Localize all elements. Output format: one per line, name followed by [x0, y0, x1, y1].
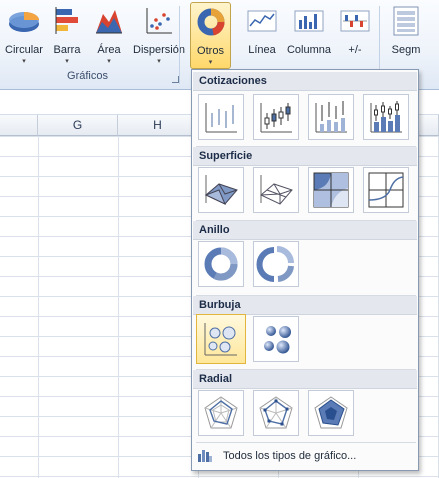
- charts-group-label: Gráficos: [67, 70, 108, 82]
- doughnut-chart-icon: [193, 6, 229, 38]
- surface-3d-icon: [204, 175, 238, 206]
- filled-radar-icon: [314, 396, 348, 429]
- chevron-down-icon: ▾: [208, 59, 213, 66]
- column-header-g[interactable]: G: [38, 115, 118, 136]
- area-chart-label: Área: [97, 44, 121, 56]
- chevron-down-icon: ▾: [65, 58, 69, 65]
- area-chart-icon: [91, 5, 127, 37]
- other-charts-gallery: Cotizaciones Superficie Anillo Burbuja R…: [191, 69, 419, 471]
- sparkline-winloss-label: +/-: [348, 44, 362, 56]
- bubble-3d-tile[interactable]: [253, 316, 299, 362]
- sparkline-line-icon: [244, 5, 280, 37]
- radar-tile[interactable]: [198, 390, 244, 436]
- bubble-tile[interactable]: [196, 314, 246, 364]
- section-header-stock: Cotizaciones: [193, 72, 417, 91]
- slicer-icon: [388, 5, 424, 37]
- all-chart-types-label: Todos los tipos de gráfico...: [223, 450, 357, 462]
- contour-tile[interactable]: [308, 167, 354, 213]
- slicer-label: Segm: [391, 44, 421, 56]
- chevron-down-icon: ▾: [107, 58, 111, 65]
- bubble-icon: [204, 323, 237, 356]
- radar-icon: [204, 396, 238, 429]
- sparkline-line-button[interactable]: Línea: [244, 2, 280, 68]
- stock-vohlc-tile[interactable]: [363, 94, 409, 140]
- slicer-button[interactable]: Segm: [386, 2, 426, 68]
- group-divider: [179, 6, 180, 84]
- radar-markers-tile[interactable]: [253, 390, 299, 436]
- sparkline-line-label: Línea: [248, 44, 276, 56]
- stock-hlc-icon: [205, 103, 237, 133]
- column-header[interactable]: [0, 115, 38, 136]
- stock-ohlc-tile[interactable]: [253, 94, 299, 140]
- contour-icon: [313, 172, 349, 208]
- section-divider: [196, 442, 416, 443]
- stock-vohlc-icon: [370, 101, 402, 133]
- scatter-chart-label: Dispersión: [133, 44, 185, 56]
- chevron-down-icon: ▾: [22, 58, 26, 65]
- bubble-3d-icon: [264, 326, 291, 354]
- surface-wireframe-3d-tile[interactable]: [253, 167, 299, 213]
- other-charts-label: Otros: [197, 45, 224, 57]
- all-chart-types-link[interactable]: Todos los tipos de gráfico...: [193, 444, 417, 468]
- bar-chart-icon: [49, 5, 85, 37]
- sparkline-column-button[interactable]: Columna: [284, 2, 334, 68]
- section-header-doughnut: Anillo: [193, 221, 417, 240]
- pie-chart-label: Circular: [5, 44, 43, 56]
- exploded-doughnut-icon: [256, 246, 294, 282]
- section-header-surface: Superficie: [193, 147, 417, 166]
- exploded-doughnut-tile[interactable]: [253, 241, 299, 287]
- pie-chart-button[interactable]: Circular ▾: [2, 2, 46, 68]
- contour-wireframe-icon: [368, 172, 404, 208]
- sparkline-column-label: Columna: [286, 44, 332, 56]
- stock-ohlc-icon: [260, 103, 292, 133]
- column-header-h[interactable]: H: [118, 115, 198, 136]
- sparkline-winloss-button[interactable]: +/-: [338, 2, 372, 68]
- surface-wireframe-3d-icon: [260, 175, 293, 205]
- bar-chart-button[interactable]: Barra ▾: [48, 2, 86, 68]
- doughnut-icon: [204, 247, 238, 281]
- contour-wireframe-tile[interactable]: [363, 167, 409, 213]
- chart-types-icon: [197, 447, 213, 466]
- scatter-chart-icon: [141, 5, 177, 37]
- sparkline-winloss-icon: [337, 5, 373, 37]
- section-header-radar: Radial: [193, 370, 417, 389]
- dialog-launcher-icon[interactable]: [172, 76, 179, 83]
- other-charts-button[interactable]: Otros ▾: [190, 2, 231, 69]
- stock-vhlc-icon: [315, 101, 347, 133]
- stock-hlc-tile[interactable]: [198, 94, 244, 140]
- section-header-bubble: Burbuja: [193, 296, 417, 315]
- bar-chart-label: Barra: [53, 44, 81, 56]
- area-chart-button[interactable]: Área ▾: [90, 2, 128, 68]
- doughnut-tile[interactable]: [198, 241, 244, 287]
- stock-vhlc-tile[interactable]: [308, 94, 354, 140]
- filled-radar-tile[interactable]: [308, 390, 354, 436]
- radar-markers-icon: [259, 396, 293, 429]
- sparkline-column-icon: [291, 5, 327, 37]
- surface-3d-tile[interactable]: [198, 167, 244, 213]
- pie-chart-icon: [6, 5, 42, 37]
- chevron-down-icon: ▾: [157, 58, 161, 65]
